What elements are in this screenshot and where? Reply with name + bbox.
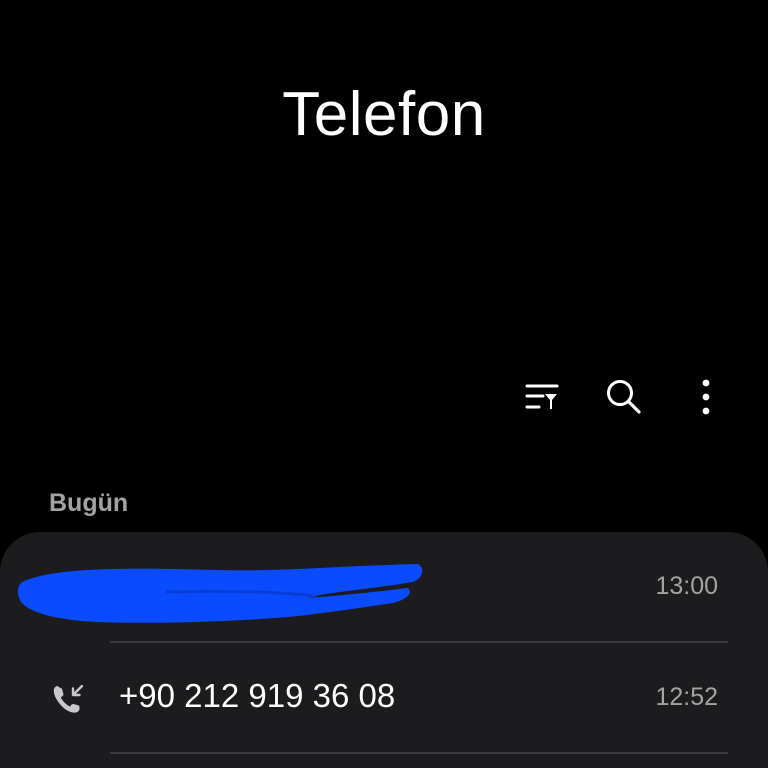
search-button[interactable] — [602, 375, 646, 419]
redaction-scribble — [17, 564, 423, 623]
more-options-button[interactable] — [684, 375, 728, 419]
page-title: Telefon — [282, 80, 486, 149]
filter-icon — [525, 384, 559, 409]
call-time: 12:52 — [655, 683, 718, 711]
divider — [110, 752, 728, 754]
phone-app-screen: Telefon Bugün 13:00 +90 212 919 36 08 12… — [0, 0, 768, 768]
filter-button[interactable] — [520, 375, 564, 419]
call-log-item[interactable]: +90 212 919 36 08 12:52 — [0, 643, 768, 753]
call-log-list: 13:00 +90 212 919 36 08 12:52 — [0, 532, 768, 768]
call-log-item[interactable]: 13:00 — [0, 532, 768, 642]
section-header-today: Bugün — [49, 489, 129, 517]
caller-number: +90 212 919 36 08 — [119, 677, 396, 714]
call-time: 13:00 — [655, 572, 718, 600]
more-options-icon — [702, 379, 710, 415]
search-icon — [607, 380, 641, 414]
toolbar — [520, 372, 728, 422]
incoming-call-icon — [53, 684, 84, 713]
